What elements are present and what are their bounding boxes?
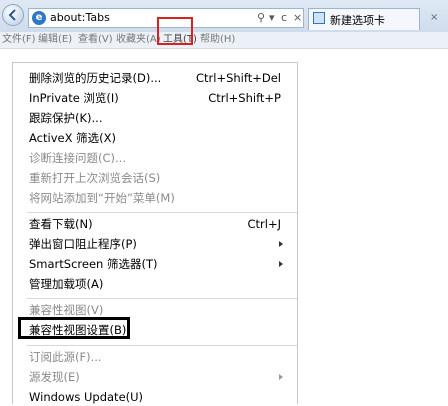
- menu-item-smartscreen[interactable]: SmartScreen 筛选器(T): [29, 255, 289, 273]
- menu-help[interactable]: 帮助(H): [200, 33, 235, 47]
- menu-file[interactable]: 文件(F): [2, 33, 36, 47]
- menu-item-label: ActiveX 筛选(X): [29, 131, 116, 145]
- menu-item-label: SmartScreen 筛选器(T): [29, 257, 158, 271]
- back-button[interactable]: [2, 4, 24, 26]
- submenu-arrow-icon: [279, 241, 283, 247]
- menu-item-label: 删除浏览的历史记录(D)...: [29, 71, 162, 85]
- menu-item-inprivate[interactable]: InPrivate 浏览(I) Ctrl+Shift+P: [29, 89, 289, 107]
- menu-item-label: 订阅此源(F)...: [29, 350, 102, 364]
- menu-item-diagnose-connection: 诊断连接问题(C)...: [29, 149, 289, 167]
- menu-separator: [27, 212, 297, 213]
- menu-separator: [27, 345, 297, 346]
- menu-item-label: 弹出窗口阻止程序(P): [29, 237, 137, 251]
- menu-item-compatibility-view: 兼容性视图(V): [29, 301, 289, 319]
- submenu-arrow-icon: [279, 374, 283, 380]
- menu-tools[interactable]: 工具(T): [163, 33, 197, 47]
- menu-item-windows-update[interactable]: Windows Update(U): [29, 388, 289, 406]
- menu-item-add-to-start: 将网站添加到“开始”菜单(M): [29, 189, 289, 207]
- menu-edit[interactable]: 编辑(E): [38, 33, 72, 47]
- close-tab-icon[interactable]: ×: [430, 12, 438, 23]
- address-text[interactable]: about:Tabs: [50, 11, 110, 24]
- tab-new-tab[interactable]: 新建选项卡: [308, 8, 420, 30]
- menu-item-label: InPrivate 浏览(I): [29, 91, 119, 105]
- tab-page-icon: [313, 12, 325, 24]
- menu-item-label: 重新打开上次浏览会话(S): [29, 171, 161, 185]
- menu-item-shortcut: Ctrl+Shift+Del: [196, 71, 281, 85]
- menu-item-label: 诊断连接问题(C)...: [29, 151, 126, 165]
- menu-item-tracking-protection[interactable]: 跟踪保护(K)...: [29, 109, 289, 127]
- menu-item-label: Windows Update(U): [29, 390, 144, 404]
- menu-item-popup-blocker[interactable]: 弹出窗口阻止程序(P): [29, 235, 289, 253]
- refresh-icon[interactable]: c: [281, 11, 287, 24]
- tools-dropdown-menu: 删除浏览的历史记录(D)... Ctrl+Shift+Del InPrivate…: [12, 62, 298, 404]
- menu-item-label: 将网站添加到“开始”菜单(M): [29, 191, 175, 205]
- search-icon[interactable]: ⚲: [257, 11, 265, 24]
- menu-item-manage-addons[interactable]: 管理加载项(A): [29, 275, 289, 293]
- menu-favorites[interactable]: 收藏夹(A): [116, 33, 161, 47]
- menu-item-label: 跟踪保护(K)...: [29, 111, 103, 125]
- menu-item-label: 兼容性视图设置(B): [29, 323, 127, 337]
- menu-item-shortcut: Ctrl+Shift+P: [208, 91, 281, 105]
- menu-item-label: 查看下载(N): [29, 217, 93, 231]
- menu-item-compatibility-view-settings[interactable]: 兼容性视图设置(B): [29, 321, 289, 339]
- dropdown-icon[interactable]: ▾: [269, 11, 275, 24]
- menu-item-subscribe-feed: 订阅此源(F)...: [29, 348, 289, 366]
- tab-title: 新建选项卡: [330, 14, 385, 27]
- menu-view[interactable]: 查看(V): [78, 33, 113, 47]
- menu-item-reopen-session: 重新打开上次浏览会话(S): [29, 169, 289, 187]
- menu-bar: 文件(F) 编辑(E) 查看(V) 收藏夹(A) 工具(T) 帮助(H): [0, 32, 448, 49]
- menu-item-label: 管理加载项(A): [29, 277, 104, 291]
- menu-separator: [27, 298, 297, 299]
- menu-item-label: 兼容性视图(V): [29, 303, 104, 317]
- browser-toolbar: e about:Tabs ⚲ ▾ c × 新建选项卡 ×: [0, 0, 448, 33]
- menu-item-activex-filtering[interactable]: ActiveX 筛选(X): [29, 129, 289, 147]
- menu-item-view-downloads[interactable]: 查看下载(N) Ctrl+J: [29, 215, 289, 233]
- ie-page-icon: e: [32, 11, 46, 25]
- menu-item-label: 源发现(E): [29, 370, 80, 384]
- submenu-arrow-icon: [279, 261, 283, 267]
- menu-item-feed-discovery: 源发现(E): [29, 368, 289, 386]
- menu-item-shortcut: Ctrl+J: [247, 217, 282, 231]
- stop-icon[interactable]: ×: [293, 11, 302, 24]
- back-arrow-icon: [8, 9, 16, 21]
- menu-item-delete-history[interactable]: 删除浏览的历史记录(D)... Ctrl+Shift+Del: [29, 69, 289, 87]
- address-bar[interactable]: e about:Tabs ⚲ ▾ c ×: [28, 8, 304, 28]
